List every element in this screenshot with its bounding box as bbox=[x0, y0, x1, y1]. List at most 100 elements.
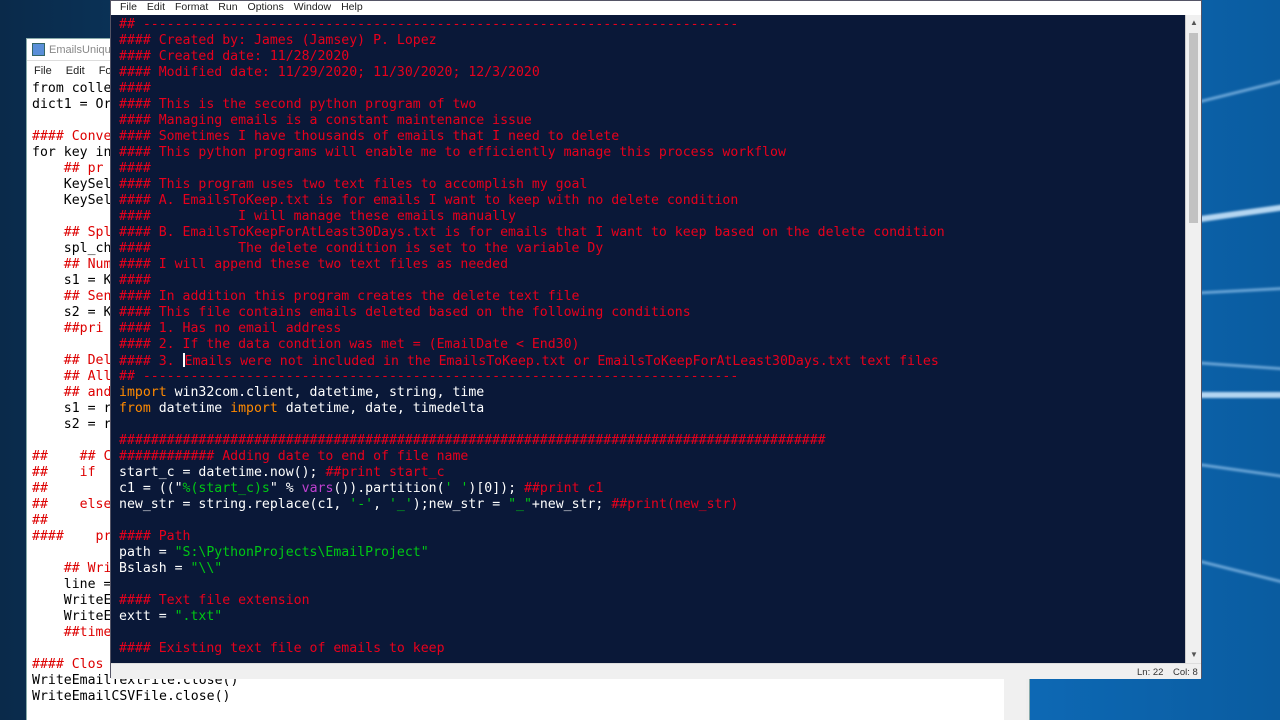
code-line: import win32com.client, datetime, string… bbox=[119, 385, 484, 401]
menu-format[interactable]: Format bbox=[170, 1, 213, 14]
code-token: #### In addition this program creates th… bbox=[119, 289, 580, 304]
code-token: win32com.client, datetime, string, time bbox=[174, 385, 485, 400]
code-token: ## if bbox=[32, 465, 104, 480]
code-line: ## Spl bbox=[32, 225, 112, 241]
code-line: ## and bbox=[32, 385, 112, 401]
code-token: #### 1. Has no email address bbox=[119, 321, 342, 336]
menu-options[interactable]: Options bbox=[243, 1, 289, 14]
code-token: datetime, date, timedelta bbox=[285, 401, 485, 416]
code-token: #### Created date: 11/28/2020 bbox=[119, 49, 350, 64]
code-line: s2 = r bbox=[32, 417, 112, 433]
code-line: #### Modified date: 11/29/2020; 11/30/20… bbox=[119, 65, 540, 81]
column-number: Col: 8 bbox=[1173, 667, 1198, 678]
code-token: WriteEmailCSVFile.close() bbox=[32, 689, 231, 704]
code-token: #### 2. If the data condtion was met = (… bbox=[119, 337, 580, 352]
code-token: #### A. EmailsToKeep.txt is for emails I… bbox=[119, 193, 739, 208]
scroll-down-icon[interactable]: ▼ bbox=[1186, 647, 1202, 663]
menu-window[interactable]: Window bbox=[289, 1, 336, 14]
code-line: #### I will manage these emails manually bbox=[119, 209, 516, 225]
scrollbar-thumb[interactable] bbox=[1189, 33, 1198, 223]
code-token: c1 = ((" bbox=[119, 481, 183, 496]
code-token: ()).partition( bbox=[333, 481, 445, 496]
code-token: %(start_c)s bbox=[182, 481, 270, 496]
code-token: ########################################… bbox=[119, 433, 826, 448]
code-editor[interactable]: ## -------------------------------------… bbox=[111, 15, 1187, 663]
code-token: KeySel bbox=[32, 177, 112, 192]
code-token: ##print(new_str) bbox=[611, 497, 739, 512]
code-token: from bbox=[32, 81, 72, 96]
code-token: , bbox=[373, 497, 389, 512]
code-line: start_c = datetime.now(); ##print start_… bbox=[119, 465, 445, 481]
code-token: ## ## C bbox=[32, 449, 112, 464]
code-token: ## Spl bbox=[32, 225, 112, 240]
code-token: #### 3. bbox=[119, 354, 183, 369]
code-token: s2 = r bbox=[32, 417, 112, 432]
code-line: #### bbox=[119, 161, 151, 177]
code-line: ## bbox=[32, 481, 48, 497]
code-line: ## if bbox=[32, 465, 103, 481]
code-line: for key in bbox=[32, 145, 111, 161]
code-token: #### The delete condition is set to the … bbox=[119, 241, 604, 256]
code-token: s1 = K bbox=[32, 273, 112, 288]
code-token: ##print c1 bbox=[523, 481, 604, 496]
code-token: key in bbox=[63, 145, 112, 160]
code-line: #### bbox=[119, 81, 151, 97]
code-line: #### Created by: James (Jamsey) P. Lopez bbox=[119, 33, 437, 49]
code-line: #### This is the second python program o… bbox=[119, 97, 476, 113]
code-line: ## -------------------------------------… bbox=[119, 369, 738, 385]
code-line: ## pr bbox=[32, 161, 104, 177]
code-token: s2 = K bbox=[32, 305, 112, 320]
code-token: +new_str; bbox=[531, 497, 612, 512]
code-line: #### This program uses two text files to… bbox=[119, 177, 587, 193]
code-token: ## Del bbox=[32, 353, 112, 368]
menu-edit[interactable]: Edit bbox=[59, 61, 92, 77]
code-line: KeySel bbox=[32, 177, 112, 193]
menu-help[interactable]: Help bbox=[336, 1, 368, 14]
code-token: #### Managing emails is a constant maint… bbox=[119, 113, 532, 128]
idle-editor-window[interactable]: File Edit Format Run Options Window Help ## --… bbox=[110, 0, 1202, 679]
code-line: dict1 = Or bbox=[32, 97, 111, 113]
code-line: #### pr bbox=[32, 529, 111, 545]
code-token: #### This is the second python program o… bbox=[119, 97, 477, 112]
line-number: Ln: 22 bbox=[1137, 667, 1164, 678]
code-token: #### Sometimes I have thousands of email… bbox=[119, 129, 620, 144]
menu-run[interactable]: Run bbox=[213, 1, 242, 14]
code-line: #### bbox=[119, 273, 151, 289]
code-token: ## and bbox=[32, 385, 112, 400]
code-token: #### Conve bbox=[32, 129, 112, 144]
menu-edit[interactable]: Edit bbox=[142, 1, 170, 14]
code-line: ## Wri bbox=[32, 561, 112, 577]
scroll-up-icon[interactable]: ▲ bbox=[1186, 15, 1202, 31]
code-line: ############ Adding date to end of file … bbox=[119, 449, 468, 465]
code-line: Bslash = "\\" bbox=[119, 561, 222, 577]
code-line: path = "S:\PythonProjects\EmailProject" bbox=[119, 545, 429, 561]
code-token: ## else bbox=[32, 497, 112, 512]
menu-file[interactable]: File bbox=[27, 61, 59, 77]
code-line: ########################################… bbox=[119, 433, 826, 449]
code-token: #### This file contains emails deleted b… bbox=[119, 305, 691, 320]
code-token: #### This program uses two text files to… bbox=[119, 177, 588, 192]
code-token: "S:\PythonProjects\EmailProject" bbox=[174, 545, 429, 560]
code-token: ## Num bbox=[32, 257, 112, 272]
code-token: KeySel bbox=[32, 193, 112, 208]
code-token: dict1 = Or bbox=[32, 97, 112, 112]
code-token: #### bbox=[119, 273, 151, 288]
code-line: #### Sometimes I have thousands of email… bbox=[119, 129, 619, 145]
code-token: vars bbox=[301, 481, 334, 496]
code-token: )[0]); bbox=[468, 481, 524, 496]
code-token: #### B. EmailsToKeepForAtLeast30Days.txt… bbox=[119, 225, 945, 240]
menu-file[interactable]: File bbox=[111, 1, 142, 14]
code-line: #### Existing text file of emails to kee… bbox=[119, 641, 445, 657]
code-line: s2 = K bbox=[32, 305, 112, 321]
code-token: ## bbox=[32, 481, 48, 496]
code-line: spl_ch bbox=[32, 241, 112, 257]
code-line: ## bbox=[32, 513, 48, 529]
code-line: #### I will append these two text files … bbox=[119, 257, 508, 273]
code-token: datetime bbox=[158, 401, 231, 416]
code-token: ##pri bbox=[32, 321, 104, 336]
code-token: #### pr bbox=[32, 529, 112, 544]
code-token: #### I will manage these emails manually bbox=[119, 209, 516, 224]
vertical-scrollbar[interactable]: ▲ ▼ bbox=[1185, 15, 1201, 663]
code-line: ## Num bbox=[32, 257, 112, 273]
code-line: #### 3. Emails were not included in the … bbox=[119, 353, 939, 370]
